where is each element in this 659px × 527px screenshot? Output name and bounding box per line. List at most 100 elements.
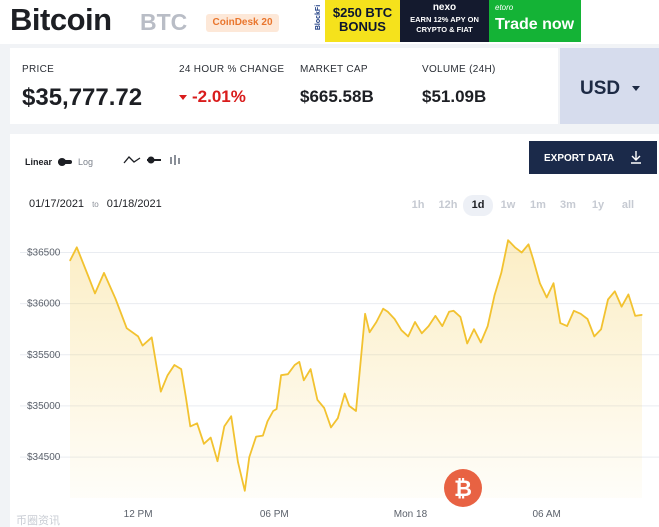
date-range[interactable]: 01/17/2021 to 01/18/2021 [29, 198, 162, 210]
price-point [607, 298, 609, 301]
range-tab-1h[interactable]: 1h [403, 195, 433, 216]
blockfi-label: BlockFi [315, 4, 323, 31]
price-point [280, 374, 282, 376]
page-title: Bitcoin [10, 2, 112, 37]
y-tick-label: $35000 [27, 401, 61, 412]
price-point [114, 297, 116, 300]
coindesk-20-badge[interactable]: CoinDesk 20 [206, 14, 279, 32]
price-point [514, 246, 516, 248]
scale-log-option[interactable]: Log [78, 157, 93, 167]
price-point [266, 420, 269, 422]
line-chart-icon[interactable] [123, 155, 141, 165]
price-point [441, 325, 443, 327]
price-point [448, 311, 450, 313]
volume-value: $51.09B [422, 87, 487, 106]
price-point [348, 405, 350, 407]
market-cap-label: MARKET CAP [300, 64, 368, 75]
price-point [126, 327, 128, 329]
export-data-button[interactable]: EXPORT DATA [529, 141, 657, 174]
y-tick-label: $36000 [27, 299, 61, 310]
scale-linear-option[interactable]: Linear [25, 157, 52, 167]
chart-type-switch[interactable] [147, 156, 163, 164]
price-point [507, 239, 509, 241]
chart-panel: Linear Log EXPORT DATA 01/17/2021 to 01/… [10, 134, 659, 527]
price-point [87, 275, 89, 277]
price-point [196, 422, 198, 424]
etoro-logo: etoro [495, 3, 514, 12]
price-point [303, 379, 305, 381]
bitcoin-watermark-icon: ₿ [444, 469, 482, 507]
nexo-ad[interactable]: nexo EARN 12% APY ON CRYPTO & FIAT [400, 0, 489, 42]
price-point [586, 318, 589, 320]
blockfi-bonus-ad[interactable]: $250 BTC BONUS [325, 0, 400, 42]
change-label: 24 HOUR % CHANGE [179, 64, 285, 75]
price-point [276, 408, 278, 410]
price-point [294, 364, 296, 366]
price-point [203, 443, 205, 445]
range-tab-1y[interactable]: 1y [583, 195, 613, 216]
price-point [244, 490, 246, 492]
price-point [359, 362, 362, 364]
range-tab-1d[interactable]: 1d [463, 195, 493, 216]
advertisement-banner[interactable]: BlockFi $250 BTC BONUS nexo EARN 12% APY… [313, 0, 581, 42]
price-chart[interactable]: $34500 $35000 $35500 $36000 $36500 12 PM 06 PM… [10, 226, 659, 527]
price-point [160, 391, 162, 393]
price-point [151, 336, 153, 338]
price-point [641, 314, 643, 316]
etoro-ad[interactable]: etoro Trade now [489, 0, 581, 42]
price-point [180, 368, 182, 370]
price-point [185, 396, 187, 398]
price-point [434, 315, 436, 317]
price-point [69, 260, 71, 262]
price-point [428, 325, 430, 327]
svg-text:₿: ₿ [454, 476, 472, 501]
price-point [382, 308, 384, 310]
price-point [627, 293, 630, 295]
watermark-text: 币圈资讯 [16, 514, 60, 527]
blockfi-ad-edge[interactable]: BlockFi [313, 0, 325, 42]
price-point [527, 243, 530, 245]
price-stats-bar: PRICE $35,777.72 24 HOUR % CHANGE -2.01%… [10, 48, 558, 124]
range-tab-12h[interactable]: 12h [433, 195, 463, 216]
price-point [103, 272, 105, 274]
date-to[interactable]: 01/18/2021 [107, 198, 162, 210]
price-point [330, 426, 332, 428]
price-point [337, 417, 339, 419]
price-point [521, 251, 523, 254]
x-tick-label: 12 PM [124, 509, 153, 520]
price-point [552, 282, 555, 284]
price-point [173, 364, 175, 366]
price-point [216, 460, 219, 462]
price-point [369, 331, 371, 333]
price-point [375, 321, 377, 323]
price-point [407, 335, 409, 337]
change-percent: -2.01% [192, 87, 246, 106]
price-point [287, 373, 289, 375]
scale-toggle[interactable]: Linear Log [25, 157, 93, 167]
scale-switch[interactable] [58, 158, 73, 166]
price-point [255, 436, 257, 438]
price-point [532, 258, 534, 260]
change-value: -2.01% [179, 87, 246, 107]
price-point [600, 328, 602, 330]
price-point [137, 335, 139, 337]
range-tab-1m[interactable]: 1m [523, 195, 553, 216]
price-point [310, 368, 312, 370]
y-tick-label: $36500 [27, 247, 61, 258]
price-value: $35,777.72 [22, 84, 143, 111]
price-point [76, 246, 78, 248]
price-point [230, 415, 232, 417]
currency-selector[interactable]: USD [560, 48, 659, 124]
price-point [487, 325, 489, 327]
price-point [621, 306, 623, 308]
candlestick-icon[interactable] [169, 154, 181, 166]
range-tab-3m[interactable]: 3m [553, 195, 583, 216]
range-tab-1w[interactable]: 1w [493, 195, 523, 216]
chart-type-toggle[interactable] [123, 154, 181, 166]
switch-knob [58, 158, 67, 166]
date-from[interactable]: 01/17/2021 [29, 198, 84, 210]
price-point [189, 425, 191, 427]
range-tab-all[interactable]: all [613, 195, 643, 216]
price-point [210, 437, 212, 439]
price-point [262, 435, 264, 437]
